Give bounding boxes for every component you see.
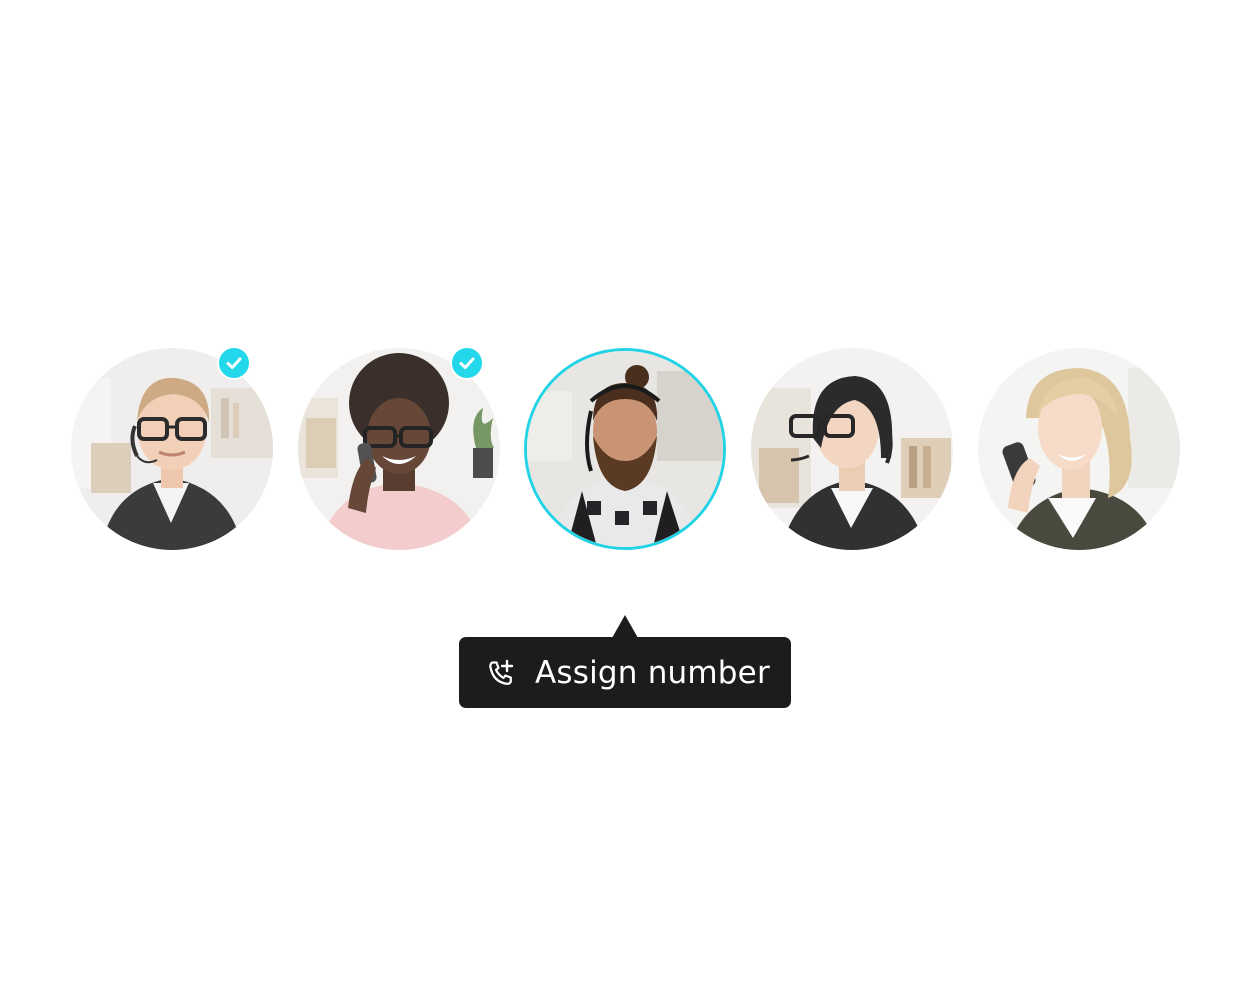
agent-avatar-row xyxy=(0,346,1250,550)
check-badge-1 xyxy=(217,346,251,380)
checkmark-icon xyxy=(226,357,242,369)
agent-avatar-3[interactable] xyxy=(524,348,726,550)
checkmark-icon xyxy=(459,357,475,369)
agent-photo-3 xyxy=(527,351,723,547)
agent-photo-4 xyxy=(751,348,953,550)
agent-avatar-5[interactable] xyxy=(978,348,1180,550)
check-badge-2 xyxy=(450,346,484,380)
assign-number-label: Assign number xyxy=(535,654,770,691)
agent-avatar-4[interactable] xyxy=(751,348,953,550)
tooltip-pointer xyxy=(612,615,638,638)
agent-photo-5 xyxy=(978,348,1180,550)
assign-number-tooltip[interactable]: Assign number xyxy=(459,637,791,708)
agent-avatar-1[interactable] xyxy=(71,348,273,550)
agent-photo-1 xyxy=(71,348,273,550)
phone-plus-icon xyxy=(485,657,517,689)
